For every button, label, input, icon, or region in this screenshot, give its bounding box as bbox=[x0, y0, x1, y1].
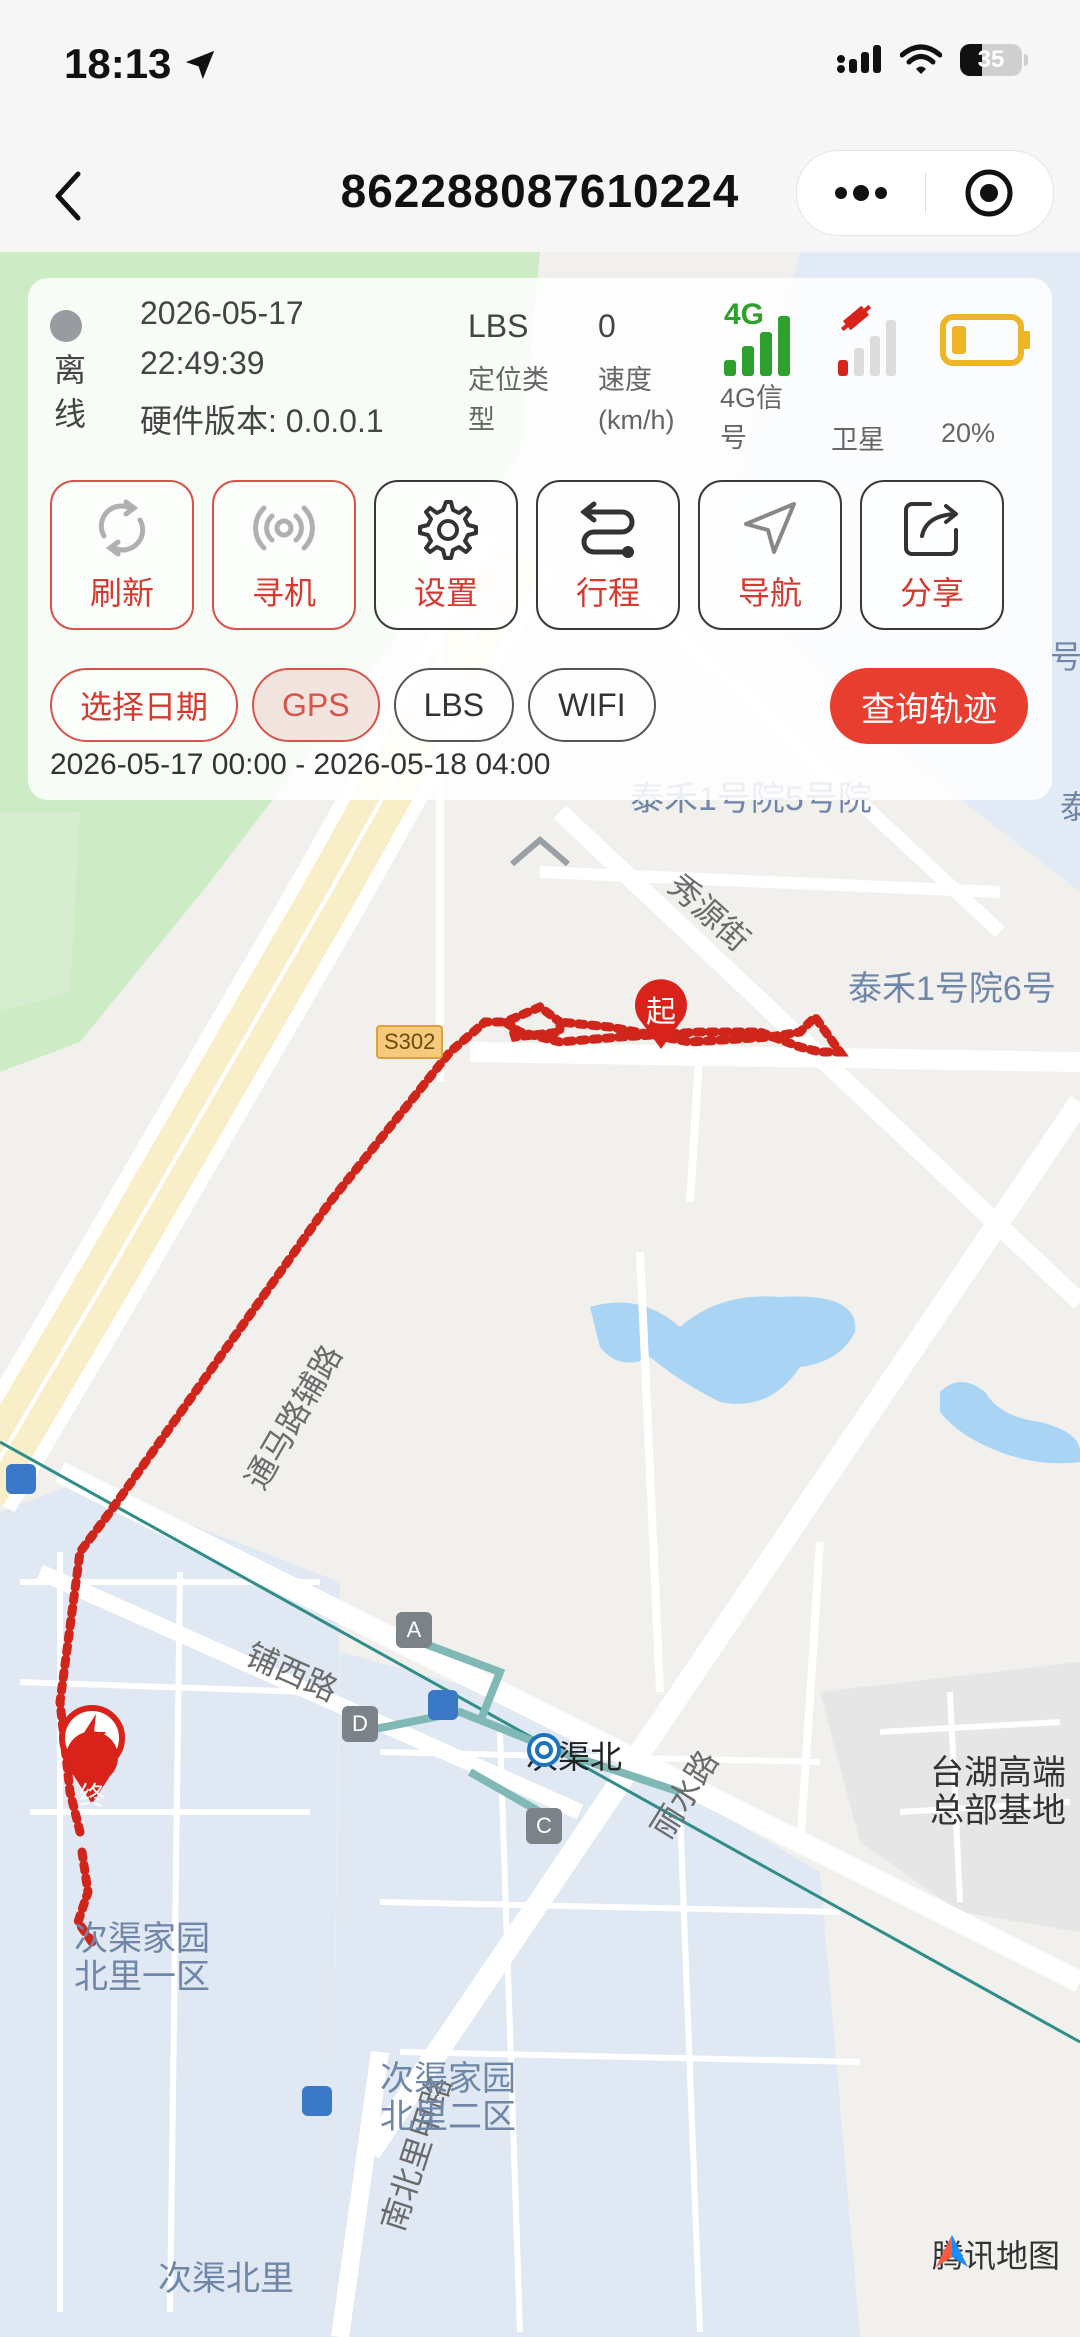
lbs-filter-toggle[interactable]: LBS bbox=[393, 668, 515, 742]
settings-label: 设置 bbox=[413, 575, 478, 611]
end-label: 终 bbox=[78, 1781, 105, 1811]
speed-label: 速度(km/h) bbox=[598, 365, 675, 435]
bus-stop-icon bbox=[302, 2086, 332, 2116]
location-type-value: LBS bbox=[468, 308, 529, 344]
highway-shield-s302: S302 bbox=[376, 1025, 444, 1059]
nav-bar: 862288087610224 bbox=[0, 140, 1080, 252]
more-dots-icon bbox=[834, 185, 887, 201]
navigate-button[interactable]: 导航 bbox=[698, 480, 842, 630]
signal-badge: 4G bbox=[724, 298, 764, 331]
wifi-filter-toggle[interactable]: WIFI bbox=[528, 668, 656, 742]
more-button[interactable] bbox=[797, 151, 925, 235]
target-close-icon bbox=[965, 169, 1013, 217]
gps-filter-toggle[interactable]: GPS bbox=[252, 668, 380, 742]
battery-indicator: 35 bbox=[960, 44, 1022, 76]
track-filters: 选择日期 GPS LBS WIFI bbox=[50, 668, 656, 742]
date-range: 2026-05-17 00:00 - 2026-05-18 04:00 bbox=[50, 748, 551, 781]
miniprogram-capsule bbox=[796, 150, 1054, 236]
speed-value: 0 bbox=[598, 308, 616, 344]
metro-station[interactable]: 次渠北 bbox=[526, 1732, 622, 1778]
query-track-button[interactable]: 查询轨迹 bbox=[830, 668, 1028, 744]
close-miniprogram-button[interactable] bbox=[926, 151, 1054, 235]
location-arrow-icon bbox=[185, 50, 215, 80]
device-battery-icon bbox=[940, 314, 1030, 366]
satellite-signal-icon bbox=[838, 304, 896, 376]
device-status: 离线 bbox=[53, 352, 86, 432]
poi-taihe6: 泰禾1号院6号 bbox=[848, 970, 1056, 1008]
last-update-time: 22:49:39 bbox=[140, 345, 265, 381]
poi-ciqubei: 次渠北里 bbox=[158, 2260, 294, 2298]
exit-d: D bbox=[342, 1706, 378, 1742]
end-marker[interactable]: 终 bbox=[54, 1700, 130, 1824]
exit-c: C bbox=[526, 1808, 562, 1844]
start-label: 起 bbox=[646, 996, 676, 1029]
4g-signal-icon: 4G bbox=[724, 298, 790, 376]
find-device-label: 寻机 bbox=[251, 575, 316, 611]
action-bar: 刷新 寻机 设置 行程 导航 分享 bbox=[50, 480, 1004, 630]
bus-stop-icon bbox=[428, 1690, 458, 1720]
signal-label: 4G信号 bbox=[720, 383, 784, 453]
navigate-icon bbox=[744, 502, 796, 554]
bus-stop-icon bbox=[6, 1464, 36, 1494]
wifi-icon bbox=[900, 44, 942, 74]
status-time: 18:13 bbox=[64, 40, 172, 87]
start-marker[interactable]: 起 bbox=[632, 977, 690, 1051]
cellular-signal-icon bbox=[837, 45, 881, 73]
refresh-label: 刷新 bbox=[89, 575, 154, 611]
refresh-icon bbox=[98, 499, 146, 557]
satellite-label: 卫星 bbox=[831, 425, 885, 455]
status-icons: 35 bbox=[836, 44, 1028, 76]
poi-ciqu1: 次渠家园 北里一区 bbox=[74, 1920, 210, 1996]
refresh-button[interactable]: 刷新 bbox=[50, 480, 194, 630]
poi-taihu: 台湖高端 总部基地 bbox=[930, 1754, 1066, 1830]
route-icon bbox=[579, 501, 635, 558]
tencent-map-icon bbox=[935, 2235, 968, 2267]
last-update: 2026-05-17 22:49:39 bbox=[140, 288, 304, 388]
share-label: 分享 bbox=[899, 575, 964, 611]
select-date-button[interactable]: 选择日期 bbox=[50, 668, 239, 742]
hardware-version: 硬件版本: 0.0.0.1 bbox=[140, 403, 384, 439]
trip-button[interactable]: 行程 bbox=[536, 480, 680, 630]
poi-partial-tai: 泰 bbox=[1060, 789, 1080, 825]
offline-indicator bbox=[50, 310, 82, 342]
device-info-panel: 离线 2026-05-17 22:49:39 硬件版本: 0.0.0.1 LBS… bbox=[28, 278, 1052, 800]
status-bar: 18:13 35 bbox=[0, 0, 1080, 140]
navigate-label: 导航 bbox=[737, 575, 802, 611]
ring-signal-icon bbox=[253, 505, 315, 551]
find-device-button[interactable]: 寻机 bbox=[212, 480, 356, 630]
gear-icon bbox=[418, 500, 478, 560]
settings-button[interactable]: 设置 bbox=[374, 480, 518, 630]
exit-a: A bbox=[396, 1612, 432, 1648]
battery-level: 35 bbox=[977, 46, 1005, 73]
trip-label: 行程 bbox=[575, 575, 640, 611]
poi-ciqu2: 次渠家园 北里二区 bbox=[380, 2060, 516, 2136]
map-provider-logo: 腾讯地图 bbox=[932, 2231, 1060, 2277]
last-update-date: 2026-05-17 bbox=[140, 295, 304, 331]
share-button[interactable]: 分享 bbox=[860, 480, 1004, 630]
location-type-label: 定位类型 bbox=[468, 365, 549, 435]
metro-icon bbox=[527, 1733, 561, 1767]
battery-label: 20% bbox=[941, 418, 996, 448]
share-icon bbox=[904, 502, 958, 556]
poi-partial-hao: 号 bbox=[1050, 639, 1080, 675]
